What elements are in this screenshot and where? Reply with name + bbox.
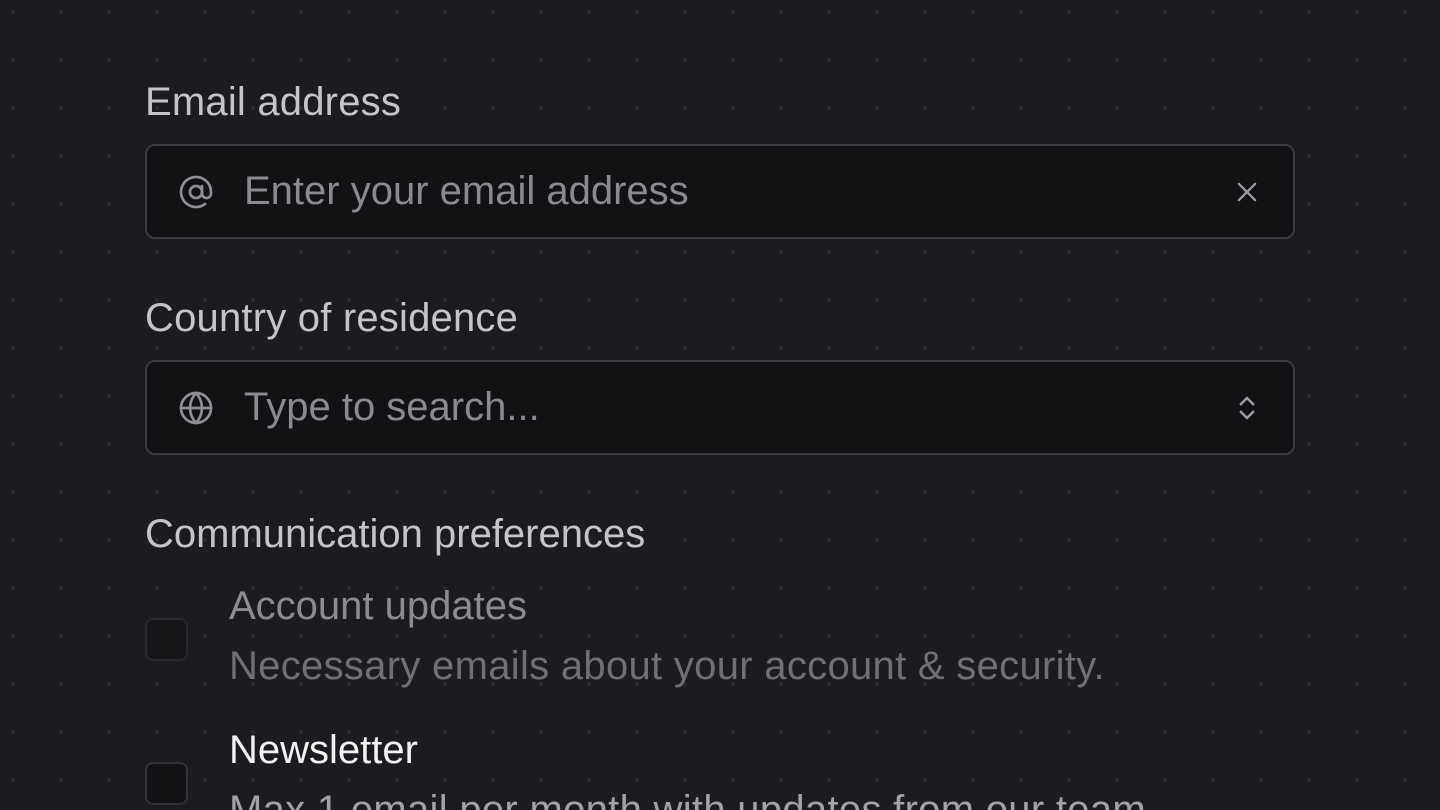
newsletter-checkbox[interactable] <box>145 762 188 805</box>
globe-icon <box>177 389 215 427</box>
option-description: Max 1 email per month with updates from … <box>229 788 1158 810</box>
preferences-heading: Communication preferences <box>145 512 646 556</box>
email-input[interactable] <box>244 146 1194 237</box>
country-combobox[interactable] <box>145 360 1295 455</box>
account-updates-checkbox[interactable] <box>145 618 188 661</box>
email-field[interactable] <box>145 144 1295 239</box>
country-search-input[interactable] <box>244 362 1194 453</box>
at-sign-icon <box>177 173 215 211</box>
option-description: Necessary emails about your account & se… <box>229 644 1105 688</box>
chevron-up-down-icon[interactable] <box>1229 390 1265 426</box>
close-icon[interactable] <box>1229 174 1265 210</box>
option-title: Account updates <box>229 584 527 628</box>
option-title: Newsletter <box>229 728 418 772</box>
country-label: Country of residence <box>145 296 519 340</box>
email-label: Email address <box>145 80 402 124</box>
